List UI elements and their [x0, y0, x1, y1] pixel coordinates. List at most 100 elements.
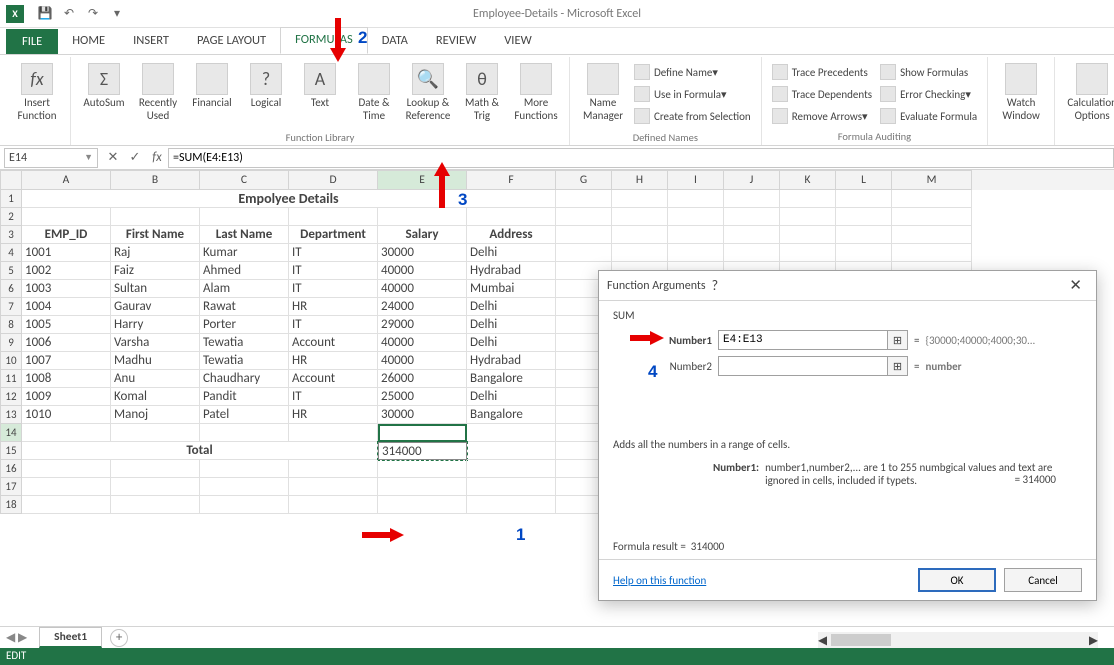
row-header-13[interactable]: 13	[0, 406, 22, 424]
row-header-1[interactable]: 1	[0, 190, 22, 208]
cell-B6[interactable]: Sultan	[111, 280, 200, 298]
cell-M1[interactable]	[892, 190, 972, 208]
cell-E17[interactable]	[378, 478, 467, 496]
cancel-formula-icon[interactable]: ✕	[102, 150, 124, 165]
tab-insert[interactable]: INSERT	[119, 29, 183, 54]
cell-A8[interactable]: 1005	[22, 316, 111, 334]
math-trig-button[interactable]: θMath & Trig	[455, 61, 509, 131]
cell-E12[interactable]: 25000	[378, 388, 467, 406]
cell-C9[interactable]: Tewatia	[200, 334, 289, 352]
trace-dependents-button[interactable]: Trace Dependents	[768, 83, 876, 105]
show-formulas-button[interactable]: Show Formulas	[876, 61, 981, 83]
sheet-nav[interactable]: ◀ ▶	[6, 630, 27, 645]
cell-A13[interactable]: 1010	[22, 406, 111, 424]
autosum-button[interactable]: ΣAutoSum	[77, 61, 131, 131]
tab-data[interactable]: DATA	[368, 29, 422, 54]
logical-button[interactable]: ?Logical	[239, 61, 293, 131]
cell-G4[interactable]	[556, 244, 612, 262]
cell-A17[interactable]	[22, 478, 111, 496]
cell-D2[interactable]	[289, 208, 378, 226]
close-icon[interactable]: ✕	[1063, 276, 1088, 295]
add-sheet-button[interactable]: +	[110, 629, 128, 647]
cell-H4[interactable]	[612, 244, 668, 262]
row-header-6[interactable]: 6	[0, 280, 22, 298]
cell-D9[interactable]: Account	[289, 334, 378, 352]
cell-A2[interactable]	[22, 208, 111, 226]
row-header-12[interactable]: 12	[0, 388, 22, 406]
cell-A12[interactable]: 1009	[22, 388, 111, 406]
cell-I1[interactable]	[668, 190, 724, 208]
row-header-11[interactable]: 11	[0, 370, 22, 388]
enter-formula-icon[interactable]: ✓	[124, 150, 146, 165]
formula-input[interactable]	[168, 148, 1114, 168]
row-header-9[interactable]: 9	[0, 334, 22, 352]
cell-A3[interactable]: EMP_ID	[22, 226, 111, 244]
cell-C18[interactable]	[200, 496, 289, 514]
cell-F3[interactable]: Address	[467, 226, 556, 244]
row-header-17[interactable]: 17	[0, 478, 22, 496]
row-header-4[interactable]: 4	[0, 244, 22, 262]
cell-F4[interactable]: Delhi	[467, 244, 556, 262]
col-header-F[interactable]: F	[467, 170, 556, 190]
error-checking-button[interactable]: Error Checking ▾	[876, 83, 981, 105]
cell-G2[interactable]	[556, 208, 612, 226]
cell-E8[interactable]: 29000	[378, 316, 467, 334]
cell-C14[interactable]	[200, 424, 289, 442]
cell-A6[interactable]: 1003	[22, 280, 111, 298]
row-header-5[interactable]: 5	[0, 262, 22, 280]
col-header-H[interactable]: H	[612, 170, 668, 190]
cell-D5[interactable]: IT	[289, 262, 378, 280]
cell-A9[interactable]: 1006	[22, 334, 111, 352]
cell-M3[interactable]	[892, 226, 972, 244]
ok-button[interactable]: OK	[918, 568, 996, 592]
row-header-10[interactable]: 10	[0, 352, 22, 370]
sheet-tab-1[interactable]: Sheet1	[39, 627, 102, 648]
financial-button[interactable]: Financial	[185, 61, 239, 131]
cell-B14[interactable]	[111, 424, 200, 442]
cell-E5[interactable]: 40000	[378, 262, 467, 280]
cell-I2[interactable]	[668, 208, 724, 226]
more-functions-button[interactable]: More Functions	[509, 61, 563, 131]
row-header-2[interactable]: 2	[0, 208, 22, 226]
cell-A1[interactable]: Empolyee Details	[22, 190, 556, 208]
cell-E18[interactable]	[378, 496, 467, 514]
cell-A14[interactable]	[22, 424, 111, 442]
cell-D3[interactable]: Department	[289, 226, 378, 244]
cell-F16[interactable]	[467, 460, 556, 478]
cell-B4[interactable]: Raj	[111, 244, 200, 262]
cell-G3[interactable]	[556, 226, 612, 244]
cell-C7[interactable]: Rawat	[200, 298, 289, 316]
col-header-M[interactable]: M	[892, 170, 972, 190]
save-icon[interactable]: 💾	[34, 3, 56, 25]
lookup-reference-button[interactable]: 🔍Lookup & Reference	[401, 61, 455, 131]
cell-H3[interactable]	[612, 226, 668, 244]
row-header-8[interactable]: 8	[0, 316, 22, 334]
cell-K2[interactable]	[780, 208, 836, 226]
col-header-J[interactable]: J	[724, 170, 780, 190]
cell-A10[interactable]: 1007	[22, 352, 111, 370]
cell-B3[interactable]: First Name	[111, 226, 200, 244]
cell-F14[interactable]	[467, 424, 556, 442]
cell-F2[interactable]	[467, 208, 556, 226]
col-header-I[interactable]: I	[668, 170, 724, 190]
cell-B5[interactable]: Faiz	[111, 262, 200, 280]
cell-F12[interactable]: Delhi	[467, 388, 556, 406]
cell-K1[interactable]	[780, 190, 836, 208]
cell-K3[interactable]	[780, 226, 836, 244]
cell-D14[interactable]	[289, 424, 378, 442]
cell-E13[interactable]: 30000	[378, 406, 467, 424]
horizontal-scrollbar[interactable]: ◀▶	[818, 632, 1098, 648]
cell-B2[interactable]	[111, 208, 200, 226]
cell-E16[interactable]	[378, 460, 467, 478]
cell-A15[interactable]: Total	[22, 442, 378, 460]
cell-E9[interactable]: 40000	[378, 334, 467, 352]
cell-C17[interactable]	[200, 478, 289, 496]
cell-B7[interactable]: Gaurav	[111, 298, 200, 316]
cell-D10[interactable]: HR	[289, 352, 378, 370]
row-header-3[interactable]: 3	[0, 226, 22, 244]
undo-icon[interactable]: ↶	[58, 3, 80, 25]
help-icon[interactable]: ?	[706, 277, 725, 294]
cell-D17[interactable]	[289, 478, 378, 496]
row-header-18[interactable]: 18	[0, 496, 22, 514]
cell-F17[interactable]	[467, 478, 556, 496]
